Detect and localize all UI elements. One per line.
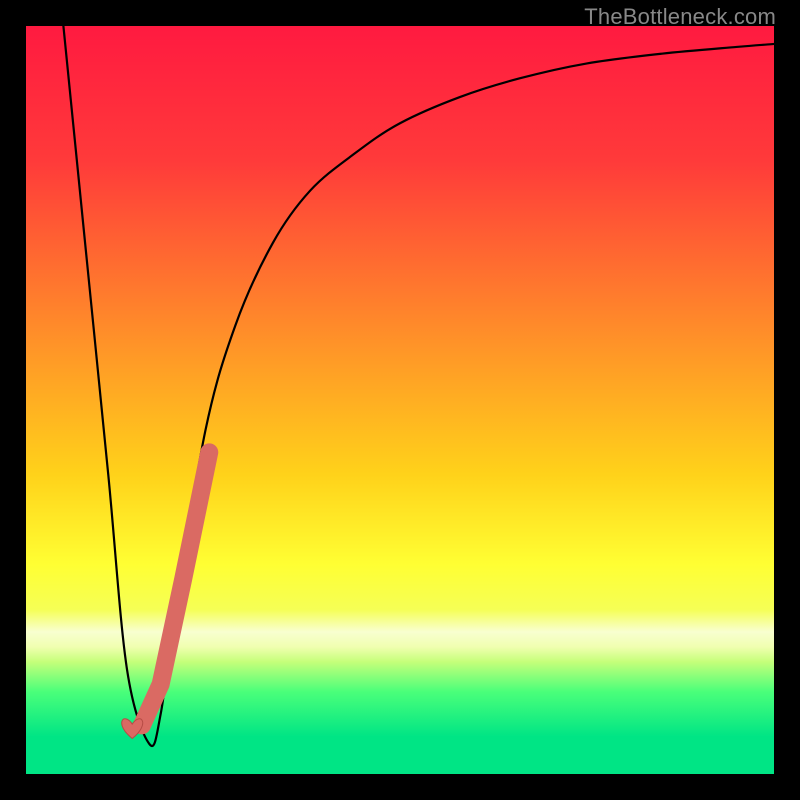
chart-svg	[26, 26, 774, 774]
plot-area	[26, 26, 774, 774]
gradient-background	[26, 26, 774, 774]
chart-frame: TheBottleneck.com	[0, 0, 800, 800]
